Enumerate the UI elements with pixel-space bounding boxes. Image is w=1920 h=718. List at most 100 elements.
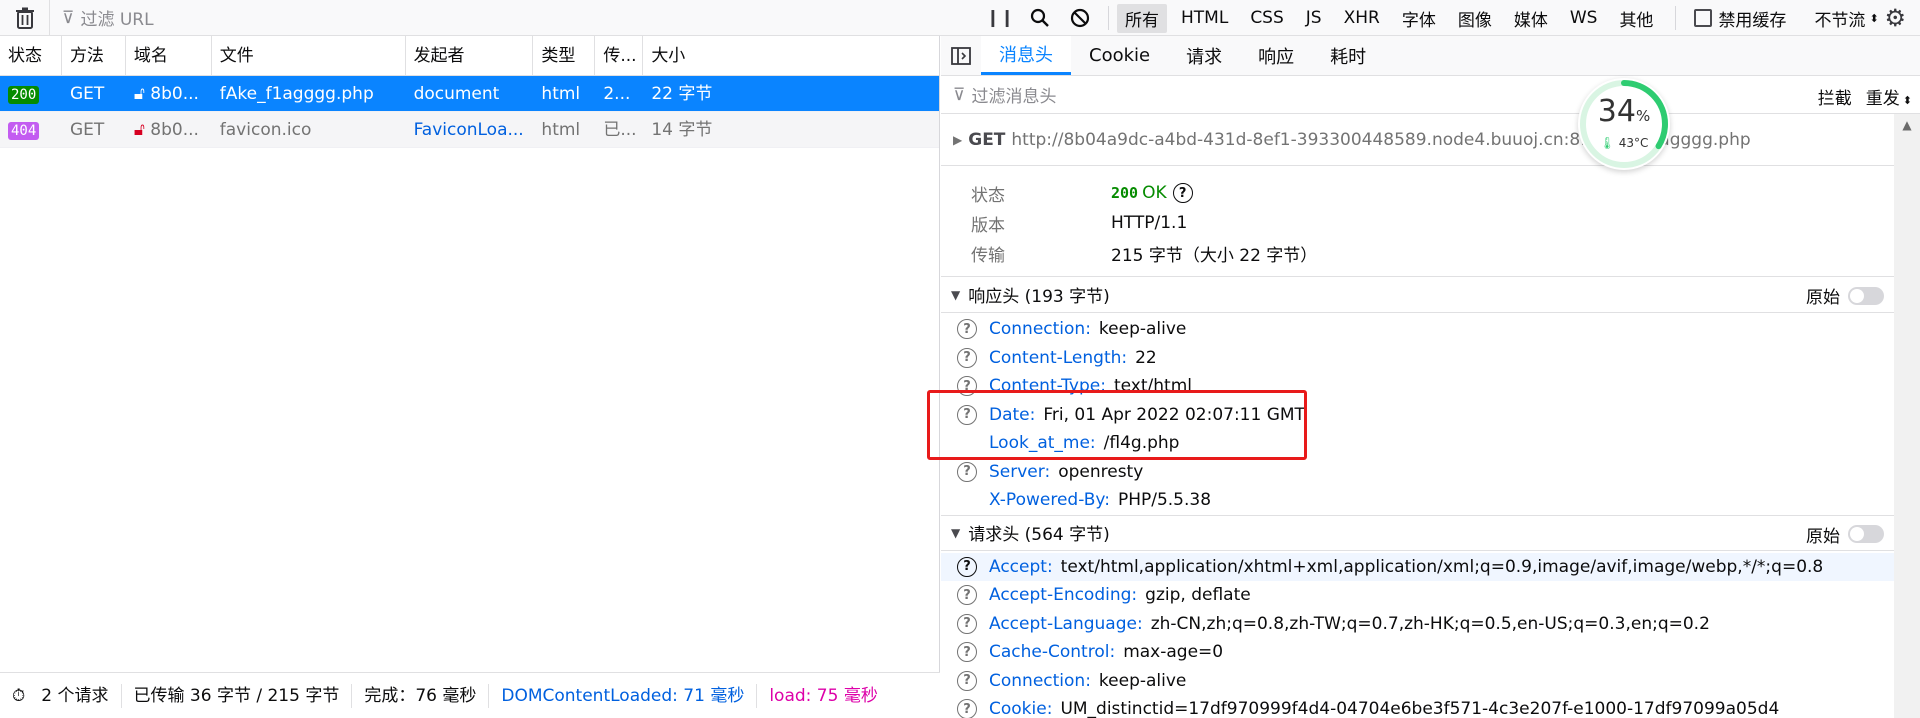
method-cell: GET [69,119,105,140]
type-filter-media[interactable]: 媒体 [1506,4,1556,33]
help-icon[interactable]: ? [957,613,977,634]
request-url-row[interactable]: ▶ GET http://8b04a9dc-a4bd-431d-8ef1-393… [941,114,1920,166]
header-value: openresty [1058,461,1144,482]
pause-icon[interactable]: ❙❙ [980,0,1020,36]
insecure-lock-icon: 🔓︎ [133,119,151,140]
type-filter-all[interactable]: 所有 [1117,3,1167,33]
type-filter-other[interactable]: 其他 [1611,4,1661,33]
url-filter-input[interactable]: 过滤 URL [80,5,153,30]
column-initiator[interactable]: 发起者 [406,35,534,76]
header-row[interactable]: ?X-Powered-By:PHP/5.5.38 [941,486,1920,515]
type-filter-ws[interactable]: WS [1562,6,1606,30]
header-name: Connection: [989,319,1091,340]
header-value: gzip, deflate [1145,585,1251,606]
header-row[interactable]: ? Accept-Language: zh-CN,zh;q=0.8,zh-TW;q=… [941,610,1920,639]
response-headers-section[interactable]: ▼ 响应头 (193 字节) 原始 [941,277,1920,313]
header-row[interactable]: ? Connection: keep-alive [941,315,1920,344]
request-headers-title: 请求头 (564 字节) [968,525,1110,545]
tab-headers[interactable]: 消息头 [981,36,1071,75]
filter-icon: ⊽ [953,84,966,105]
column-type[interactable]: 类型 [533,35,596,76]
toggle-sidebar-icon[interactable] [941,36,981,75]
header-row[interactable]: ? Accept-Encoding: gzip, deflate [941,581,1920,610]
summary-status-row: 状态 200 OK ? [971,178,1920,208]
type-filter-xhr[interactable]: XHR [1336,6,1388,30]
disable-cache-checkbox[interactable] [1694,9,1713,27]
raw-toggle[interactable]: 原始 [1806,283,1884,308]
divider [1675,6,1677,30]
tab-request[interactable]: 请求 [1168,36,1240,75]
throttle-select[interactable]: 不节流 ⬍ [1814,6,1878,31]
cpu-gauge-widget[interactable]: 34% 🌡︎ 43°C [1578,78,1670,170]
details-scrollbar[interactable]: ▲ [1894,114,1920,718]
gear-icon[interactable]: ⚙ [1884,4,1906,32]
status-text: OK [1142,183,1167,203]
type-filter-fonts[interactable]: 字体 [1394,4,1444,33]
tab-response[interactable]: 响应 [1240,36,1312,75]
header-row[interactable]: ? Accept: text/html,application/xhtml+xml,… [941,552,1920,581]
type-filter-js[interactable]: JS [1298,6,1330,30]
column-transferred[interactable]: 传... [595,35,644,76]
request-list: 状态 方法 域名 文件 发起者 类型 传... 大小 200 GET 🔓︎ 8b… [0,35,940,672]
column-method[interactable]: 方法 [62,35,126,76]
url-filter[interactable]: ⊽ 过滤 URL [50,0,970,36]
help-icon[interactable]: ? [957,556,977,577]
header-value: UM_distinctid=17df970999f4d4-04704e6be3f… [1060,699,1780,718]
expand-triangle-icon: ▶ [953,132,963,147]
type-filter-html[interactable]: HTML [1173,6,1236,30]
initiator-link[interactable]: FaviconLoa... [406,112,534,148]
type-filter-images[interactable]: 图像 [1450,4,1500,33]
type-cell: html [541,119,581,140]
status-cell: 404 [0,112,62,148]
transferred-cell: 已... [603,119,637,140]
summary-version-key: 版本 [971,215,1005,236]
search-icon[interactable] [1020,0,1060,36]
divider [1108,6,1109,30]
network-toolbar: ⊽ 过滤 URL ❙❙ 所有 HTML CSS JS XHR 字体 图像 媒体 … [0,0,1920,36]
help-icon[interactable]: ? [1172,183,1193,203]
request-row[interactable]: 200 GET 🔓︎ 8b0... fAke_f1agggg.php docum… [0,76,939,112]
request-row[interactable]: 404 GET 🔓︎ 8b0... favicon.ico FaviconLoa… [0,112,939,148]
collapse-triangle-icon: ▼ [951,525,961,540]
header-row[interactable]: ? Cookie: UM_distinctid=17df970999f4d4-047… [941,695,1920,718]
request-method: GET [968,129,1006,150]
help-icon[interactable]: ? [957,642,977,663]
help-icon[interactable]: ? [957,699,977,718]
header-row[interactable]: ? Server: openresty [941,458,1920,487]
help-icon[interactable]: ? [957,347,977,368]
updown-icon: ⬍ [1869,11,1879,25]
scroll-up-icon[interactable]: ▲ [1894,118,1920,132]
trash-icon [15,7,34,29]
domain-text: 8b0... [150,83,199,104]
type-filter-css[interactable]: CSS [1242,6,1291,30]
header-row[interactable]: ? Connection: keep-alive [941,667,1920,696]
raw-switch[interactable] [1848,286,1884,305]
help-icon[interactable]: ? [957,585,977,606]
request-count: 2 个请求 [29,683,122,708]
column-size[interactable]: 大小 [643,36,939,76]
tab-timings[interactable]: 耗时 [1312,36,1384,75]
headers-filter[interactable]: ⊽ 过滤消息头 拦截 重发 ⬍ [941,76,1920,114]
method-cell: GET [69,83,105,104]
resend-button[interactable]: 重发 ⬍ [1866,84,1912,109]
header-row[interactable]: ? Cache-Control: max-age=0 [941,638,1920,667]
clear-button[interactable] [0,0,50,36]
column-file[interactable]: 文件 [212,35,406,76]
header-name: Cache-Control: [989,642,1116,663]
tab-cookies[interactable]: Cookie [1071,36,1168,75]
summary-version: HTTP/1.1 [1111,213,1188,233]
column-status[interactable]: 状态 [0,35,62,76]
raw-switch[interactable] [1848,525,1884,543]
block-icon[interactable] [1060,0,1100,36]
block-button[interactable]: 拦截 [1818,84,1852,109]
help-icon[interactable]: ? [957,461,977,482]
request-headers-section[interactable]: ▼ 请求头 (564 字节) 原始 [941,514,1920,551]
raw-toggle[interactable]: 原始 [1806,522,1884,547]
disable-cache-toggle[interactable]: 禁用缓存 [1694,6,1786,31]
headers-filter-input[interactable]: 过滤消息头 [971,82,1056,107]
header-row[interactable]: ? Content-Length: 22 [941,344,1920,373]
column-domain[interactable]: 域名 [126,35,212,76]
help-icon[interactable]: ? [957,319,977,340]
timer-icon[interactable]: ⏱ [0,684,29,708]
help-icon[interactable]: ? [957,670,977,691]
